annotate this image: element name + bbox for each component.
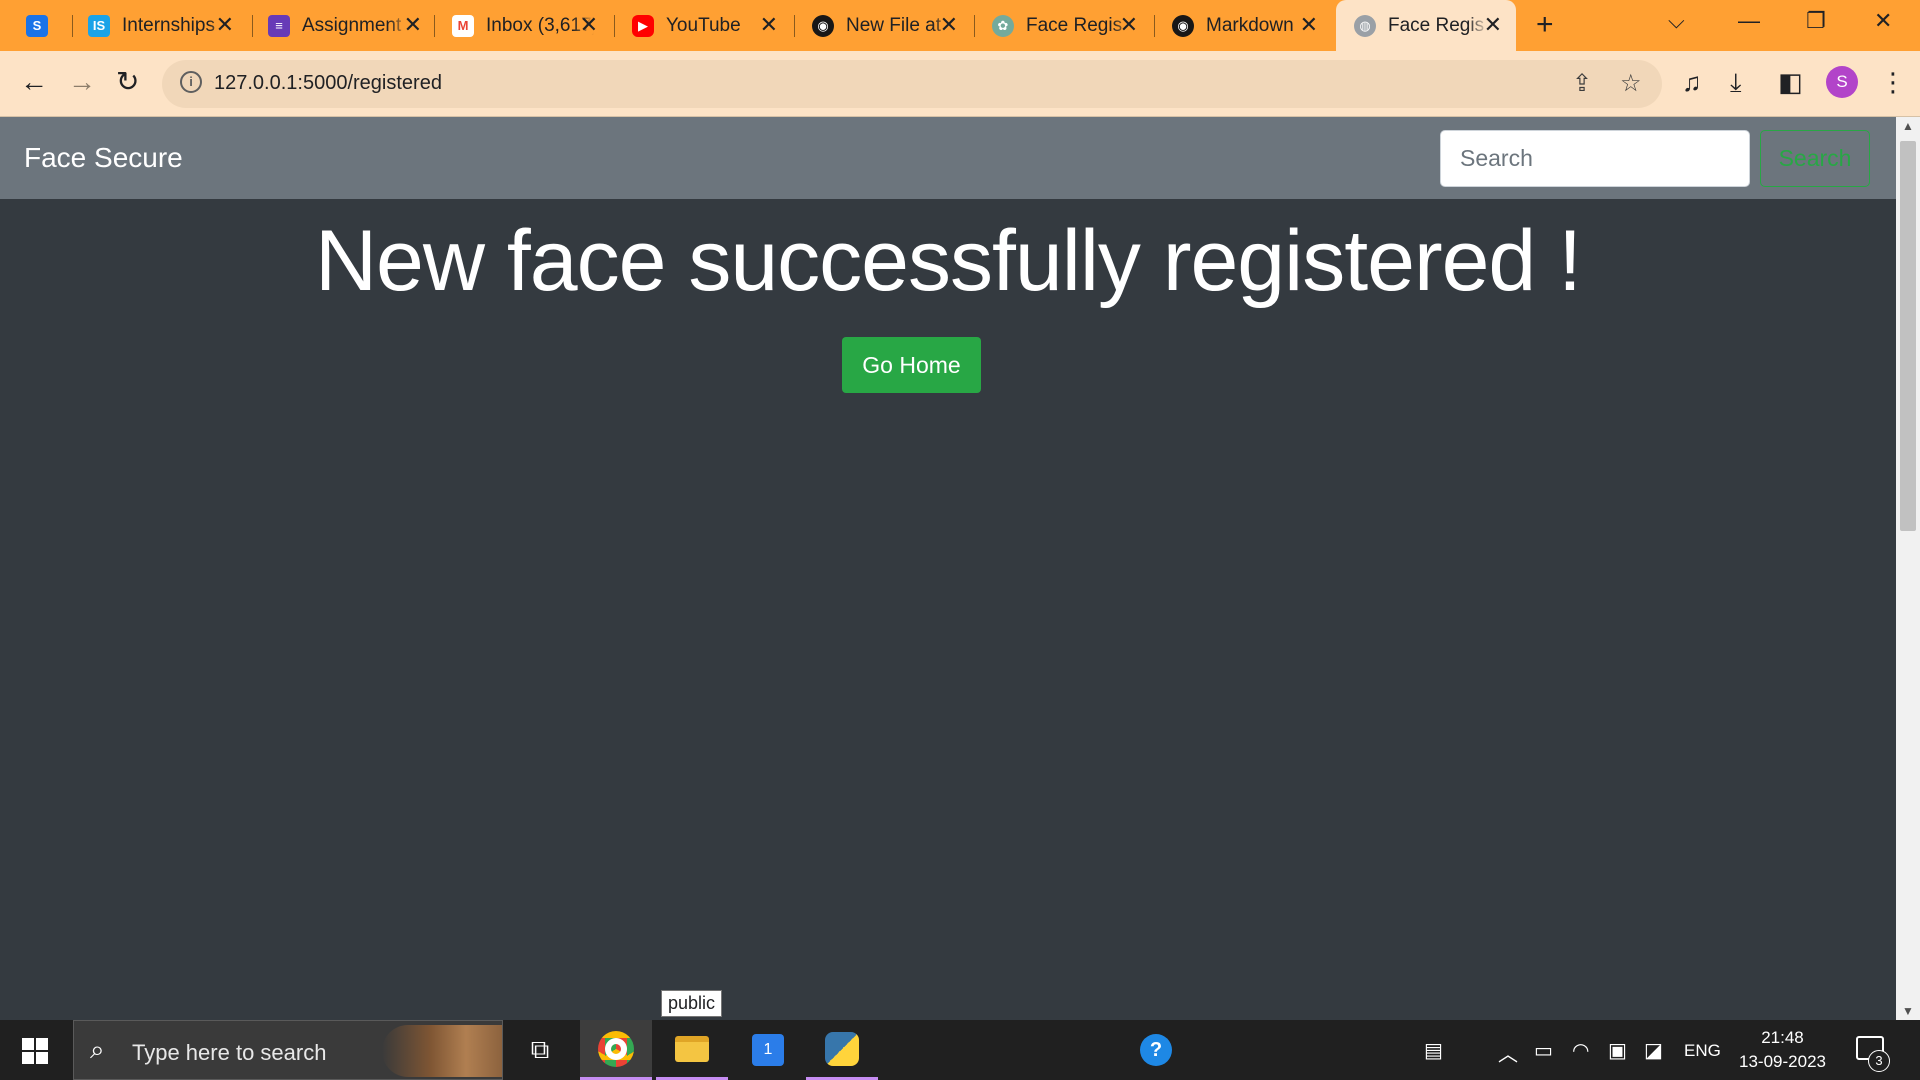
- globe-icon: ◍: [1354, 14, 1376, 37]
- clock-time: 21:48: [1761, 1028, 1804, 1047]
- tab-title: Markdown: [1206, 14, 1294, 36]
- tab-separator: [974, 15, 975, 37]
- github-icon: ◉: [812, 14, 834, 37]
- meet-now-icon[interactable]: ▣: [1608, 1038, 1627, 1063]
- close-window-icon[interactable]: ✕: [1874, 8, 1892, 34]
- tab-separator: [434, 15, 435, 37]
- chatgpt-icon: ✿: [992, 14, 1014, 37]
- minimize-icon[interactable]: —: [1738, 8, 1760, 34]
- web-page: Face Secure Search New face successfully…: [0, 117, 1896, 1020]
- forward-icon[interactable]: →: [68, 67, 96, 97]
- scroll-up-arrow-icon[interactable]: ▲: [1902, 119, 1914, 133]
- restore-icon[interactable]: ❐: [1806, 8, 1826, 34]
- news-widget-icon[interactable]: ▤: [1424, 1038, 1443, 1063]
- browser-toolbar: ← → ↻ i 127.0.0.1:5000/registered ⇪ ☆ ♫ …: [0, 51, 1920, 117]
- internshala-icon: IS: [88, 14, 110, 37]
- wifi-icon[interactable]: ◠: [1572, 1038, 1589, 1063]
- menu-kebab-icon[interactable]: ⋮: [1880, 67, 1906, 97]
- share-icon[interactable]: ⇪: [1572, 69, 1592, 98]
- tab-separator: [72, 15, 73, 37]
- windows-taskbar: ⌕ Type here to search ⧉ 1 ? ▤ ︿ ▭ ◠ ▣ ◪ …: [0, 1020, 1920, 1080]
- s-logo-icon: S: [26, 14, 48, 37]
- show-hidden-icons-chevron-icon[interactable]: ︿: [1498, 1038, 1518, 1067]
- notification-count-badge: 3: [1868, 1050, 1890, 1072]
- tab-face-regis-chatgpt[interactable]: ✿ Face Regis ✕: [992, 6, 1152, 45]
- scroll-down-arrow-icon[interactable]: ▼: [1902, 1004, 1914, 1018]
- search-button[interactable]: Search: [1760, 130, 1870, 187]
- tab-inbox[interactable]: M Inbox (3,617) ✕: [452, 6, 612, 45]
- close-icon[interactable]: ✕: [940, 13, 958, 37]
- tab-face-regis-active[interactable]: ◍ Face Regis ✕: [1336, 0, 1516, 51]
- search-icon: ⌕: [90, 1034, 105, 1064]
- tab-title: Face Regis: [1388, 14, 1485, 36]
- close-icon[interactable]: ✕: [760, 13, 778, 37]
- close-icon[interactable]: ✕: [1300, 13, 1318, 37]
- browser-tab-strip: S IS Internships ✕ ≡ Assignment ✕ M Inbo…: [0, 0, 1920, 51]
- tab-title: New File at: [846, 14, 942, 36]
- search-input[interactable]: [1440, 130, 1750, 187]
- windows-start-icon[interactable]: [22, 1038, 48, 1064]
- tab-title: Assignment: [302, 14, 402, 36]
- task-view-icon[interactable]: ⧉: [504, 1020, 576, 1080]
- url-text[interactable]: 127.0.0.1:5000/registered: [214, 72, 442, 95]
- site-info-icon[interactable]: i: [180, 71, 202, 93]
- tab-title: Inbox (3,617): [486, 14, 594, 36]
- bookmark-star-icon[interactable]: ☆: [1620, 69, 1642, 98]
- file-explorer-icon[interactable]: [656, 1020, 728, 1080]
- tab-separator: [794, 15, 795, 37]
- side-panel-icon[interactable]: ◧: [1778, 67, 1803, 97]
- download-icon[interactable]: ⤓: [1730, 67, 1742, 97]
- tab-title: YouTube: [666, 14, 741, 36]
- battery-icon[interactable]: ▭: [1534, 1038, 1553, 1063]
- search-highlight-image: [382, 1025, 502, 1077]
- page-title: New face successfully registered !: [314, 213, 1582, 309]
- form-icon: ≡: [268, 14, 290, 37]
- media-controls-icon[interactable]: ♫: [1682, 67, 1702, 97]
- tab-assignment[interactable]: ≡ Assignment ✕: [268, 6, 436, 45]
- tab-title: Internships: [122, 14, 215, 36]
- language-indicator[interactable]: ENG: [1684, 1041, 1721, 1061]
- tab-new-file[interactable]: ◉ New File at ✕: [812, 6, 972, 45]
- volume-icon[interactable]: ◪: [1644, 1038, 1663, 1063]
- site-navbar: Face Secure Search: [0, 117, 1896, 199]
- go-home-button[interactable]: Go Home: [842, 337, 981, 393]
- calendar-app-icon[interactable]: 1: [732, 1020, 804, 1080]
- reload-icon[interactable]: ↻: [116, 67, 139, 97]
- page-scrollbar[interactable]: ▲ ▼: [1896, 117, 1920, 1020]
- brand-link[interactable]: Face Secure: [24, 142, 183, 174]
- new-tab-button[interactable]: +: [1536, 10, 1554, 40]
- tab-separator: [614, 15, 615, 37]
- tab-markdown[interactable]: ◉ Markdown ✕: [1172, 6, 1332, 45]
- gmail-icon: M: [452, 14, 474, 37]
- tab-youtube[interactable]: ▶ YouTube ✕: [632, 6, 792, 45]
- taskbar-search-box[interactable]: ⌕ Type here to search: [73, 1020, 503, 1080]
- taskbar-tooltip: public: [661, 990, 723, 1017]
- tab-separator: [1154, 15, 1155, 37]
- address-bar[interactable]: i 127.0.0.1:5000/registered ⇪ ☆: [162, 60, 1662, 108]
- github-icon: ◉: [1172, 14, 1194, 37]
- taskbar-search-placeholder: Type here to search: [132, 1040, 327, 1065]
- tab-separator: [252, 15, 253, 37]
- profile-avatar[interactable]: S: [1826, 66, 1858, 98]
- close-icon[interactable]: ✕: [1484, 13, 1502, 37]
- back-icon[interactable]: ←: [20, 67, 48, 97]
- chrome-taskbar-icon[interactable]: [580, 1020, 652, 1080]
- close-icon[interactable]: ✕: [216, 13, 234, 37]
- tab-internships[interactable]: IS Internships ✕: [88, 6, 248, 45]
- scroll-thumb[interactable]: [1900, 141, 1916, 531]
- youtube-icon: ▶: [632, 14, 654, 37]
- close-icon[interactable]: ✕: [1120, 13, 1138, 37]
- close-icon[interactable]: ✕: [580, 13, 598, 37]
- python-taskbar-icon[interactable]: [806, 1020, 878, 1080]
- tab-search-chevron-icon[interactable]: ⌵: [1668, 8, 1685, 34]
- tab-title: Face Regis: [1026, 14, 1123, 36]
- close-icon[interactable]: ✕: [404, 13, 422, 37]
- tab-s-app[interactable]: S: [26, 6, 82, 45]
- clock-date: 13-09-2023: [1739, 1052, 1826, 1071]
- clock[interactable]: 21:48 13-09-2023: [1735, 1026, 1830, 1074]
- help-icon[interactable]: ?: [1120, 1020, 1192, 1080]
